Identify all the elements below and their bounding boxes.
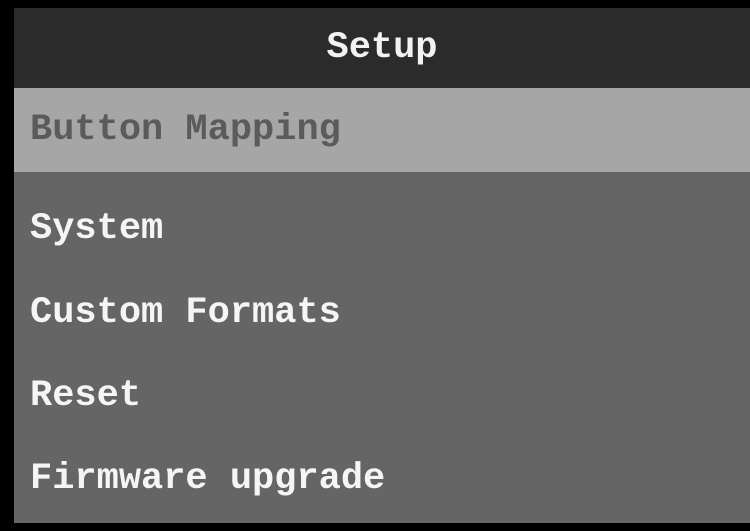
menu-item-label: Firmware upgrade bbox=[30, 458, 386, 500]
menu-item-label: Button Mapping bbox=[30, 109, 341, 151]
setup-screen: Setup Button Mapping System Custom Forma… bbox=[14, 8, 750, 523]
menu-item-firmware-upgrade[interactable]: Firmware upgrade bbox=[14, 439, 750, 519]
menu-item-button-mapping[interactable]: Button Mapping bbox=[14, 88, 750, 172]
menu-item-label: Custom Formats bbox=[30, 292, 341, 334]
menu-item-label: Reset bbox=[30, 375, 142, 417]
page-title: Setup bbox=[326, 27, 438, 69]
title-bar: Setup bbox=[14, 8, 750, 88]
menu-item-reset[interactable]: Reset bbox=[14, 358, 750, 434]
menu-item-label: System bbox=[30, 208, 164, 250]
menu-item-custom-formats[interactable]: Custom Formats bbox=[14, 275, 750, 351]
menu-item-system[interactable]: System bbox=[14, 191, 750, 267]
